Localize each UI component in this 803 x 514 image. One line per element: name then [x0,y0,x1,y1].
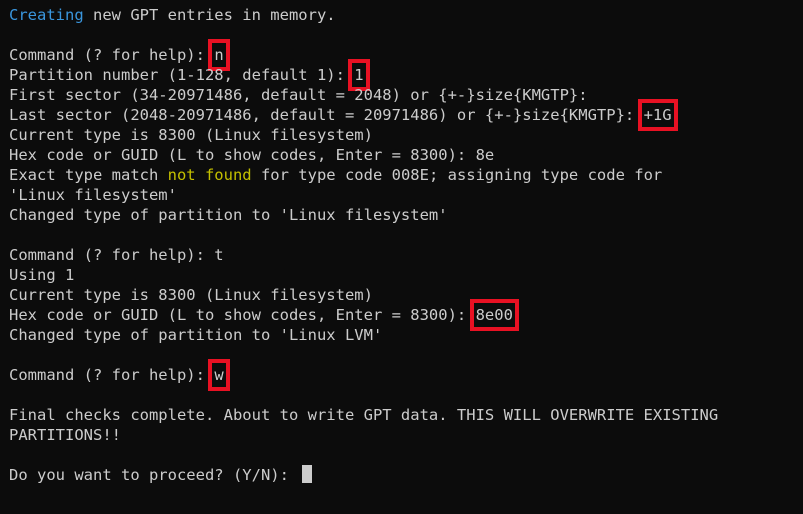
status-line: Creating new GPT entries in memory. [9,5,803,25]
partition-number-input: 1 [348,59,370,91]
current-type-line-1: Current type is 8300 (Linux filesystem) [9,126,373,144]
proceed-line[interactable]: Do you want to proceed? (Y/N): [9,465,803,485]
final-checks-line-2: PARTITIONS!! [9,426,121,444]
changed-type-line-1: Changed type of partition to 'Linux file… [9,206,448,224]
hex-code-input-2: 8e00 [469,299,519,331]
partition-number-prompt: Partition number (1-128, default 1): [9,66,355,84]
last-sector-prompt: Last sector (2048-20971486, default = 20… [9,106,644,124]
hex-code-line-1: Hex code or GUID (L to show codes, Enter… [9,146,495,164]
command-line-3: Command (? for help): w [9,359,803,391]
terminal-window[interactable]: Creating new GPT entries in memory. Comm… [0,0,803,514]
command-input-1: n [208,39,230,71]
command-line-2: Command (? for help): t [9,246,224,264]
final-checks-line-1: Final checks complete. About to write GP… [9,406,719,424]
changed-type-line-2: Changed type of partition to 'Linux LVM' [9,326,383,344]
exact-match-after: for type code 008E; assigning type code … [251,166,663,184]
first-sector-line: First sector (34-20971486, default = 204… [9,86,588,104]
exact-match-line: Exact type match not found for type code… [9,165,803,185]
last-sector-line: Last sector (2048-20971486, default = 20… [9,99,803,131]
command-input-3: w [208,359,230,391]
command-prompt-3: Command (? for help): [9,366,215,384]
last-sector-input: +1G [637,99,678,131]
using-line: Using 1 [9,266,75,284]
terminal-cursor[interactable] [302,465,313,483]
hex-code-line-2: Hex code or GUID (L to show codes, Enter… [9,299,803,331]
status-word: Creating [9,6,84,24]
linux-filesystem-line: 'Linux filesystem' [9,186,177,204]
not-found-highlight: not found [167,166,252,184]
partition-number-line: Partition number (1-128, default 1): 1 [9,59,803,91]
command-line-1: Command (? for help): n [9,39,803,71]
current-type-line-2: Current type is 8300 (Linux filesystem) [9,286,373,304]
status-rest: new GPT entries in memory. [83,6,336,24]
proceed-prompt: Do you want to proceed? (Y/N): [9,466,299,484]
hex-code-prompt-2: Hex code or GUID (L to show codes, Enter… [9,306,476,324]
command-prompt-1: Command (? for help): [9,46,215,64]
exact-match-before: Exact type match [9,166,168,184]
